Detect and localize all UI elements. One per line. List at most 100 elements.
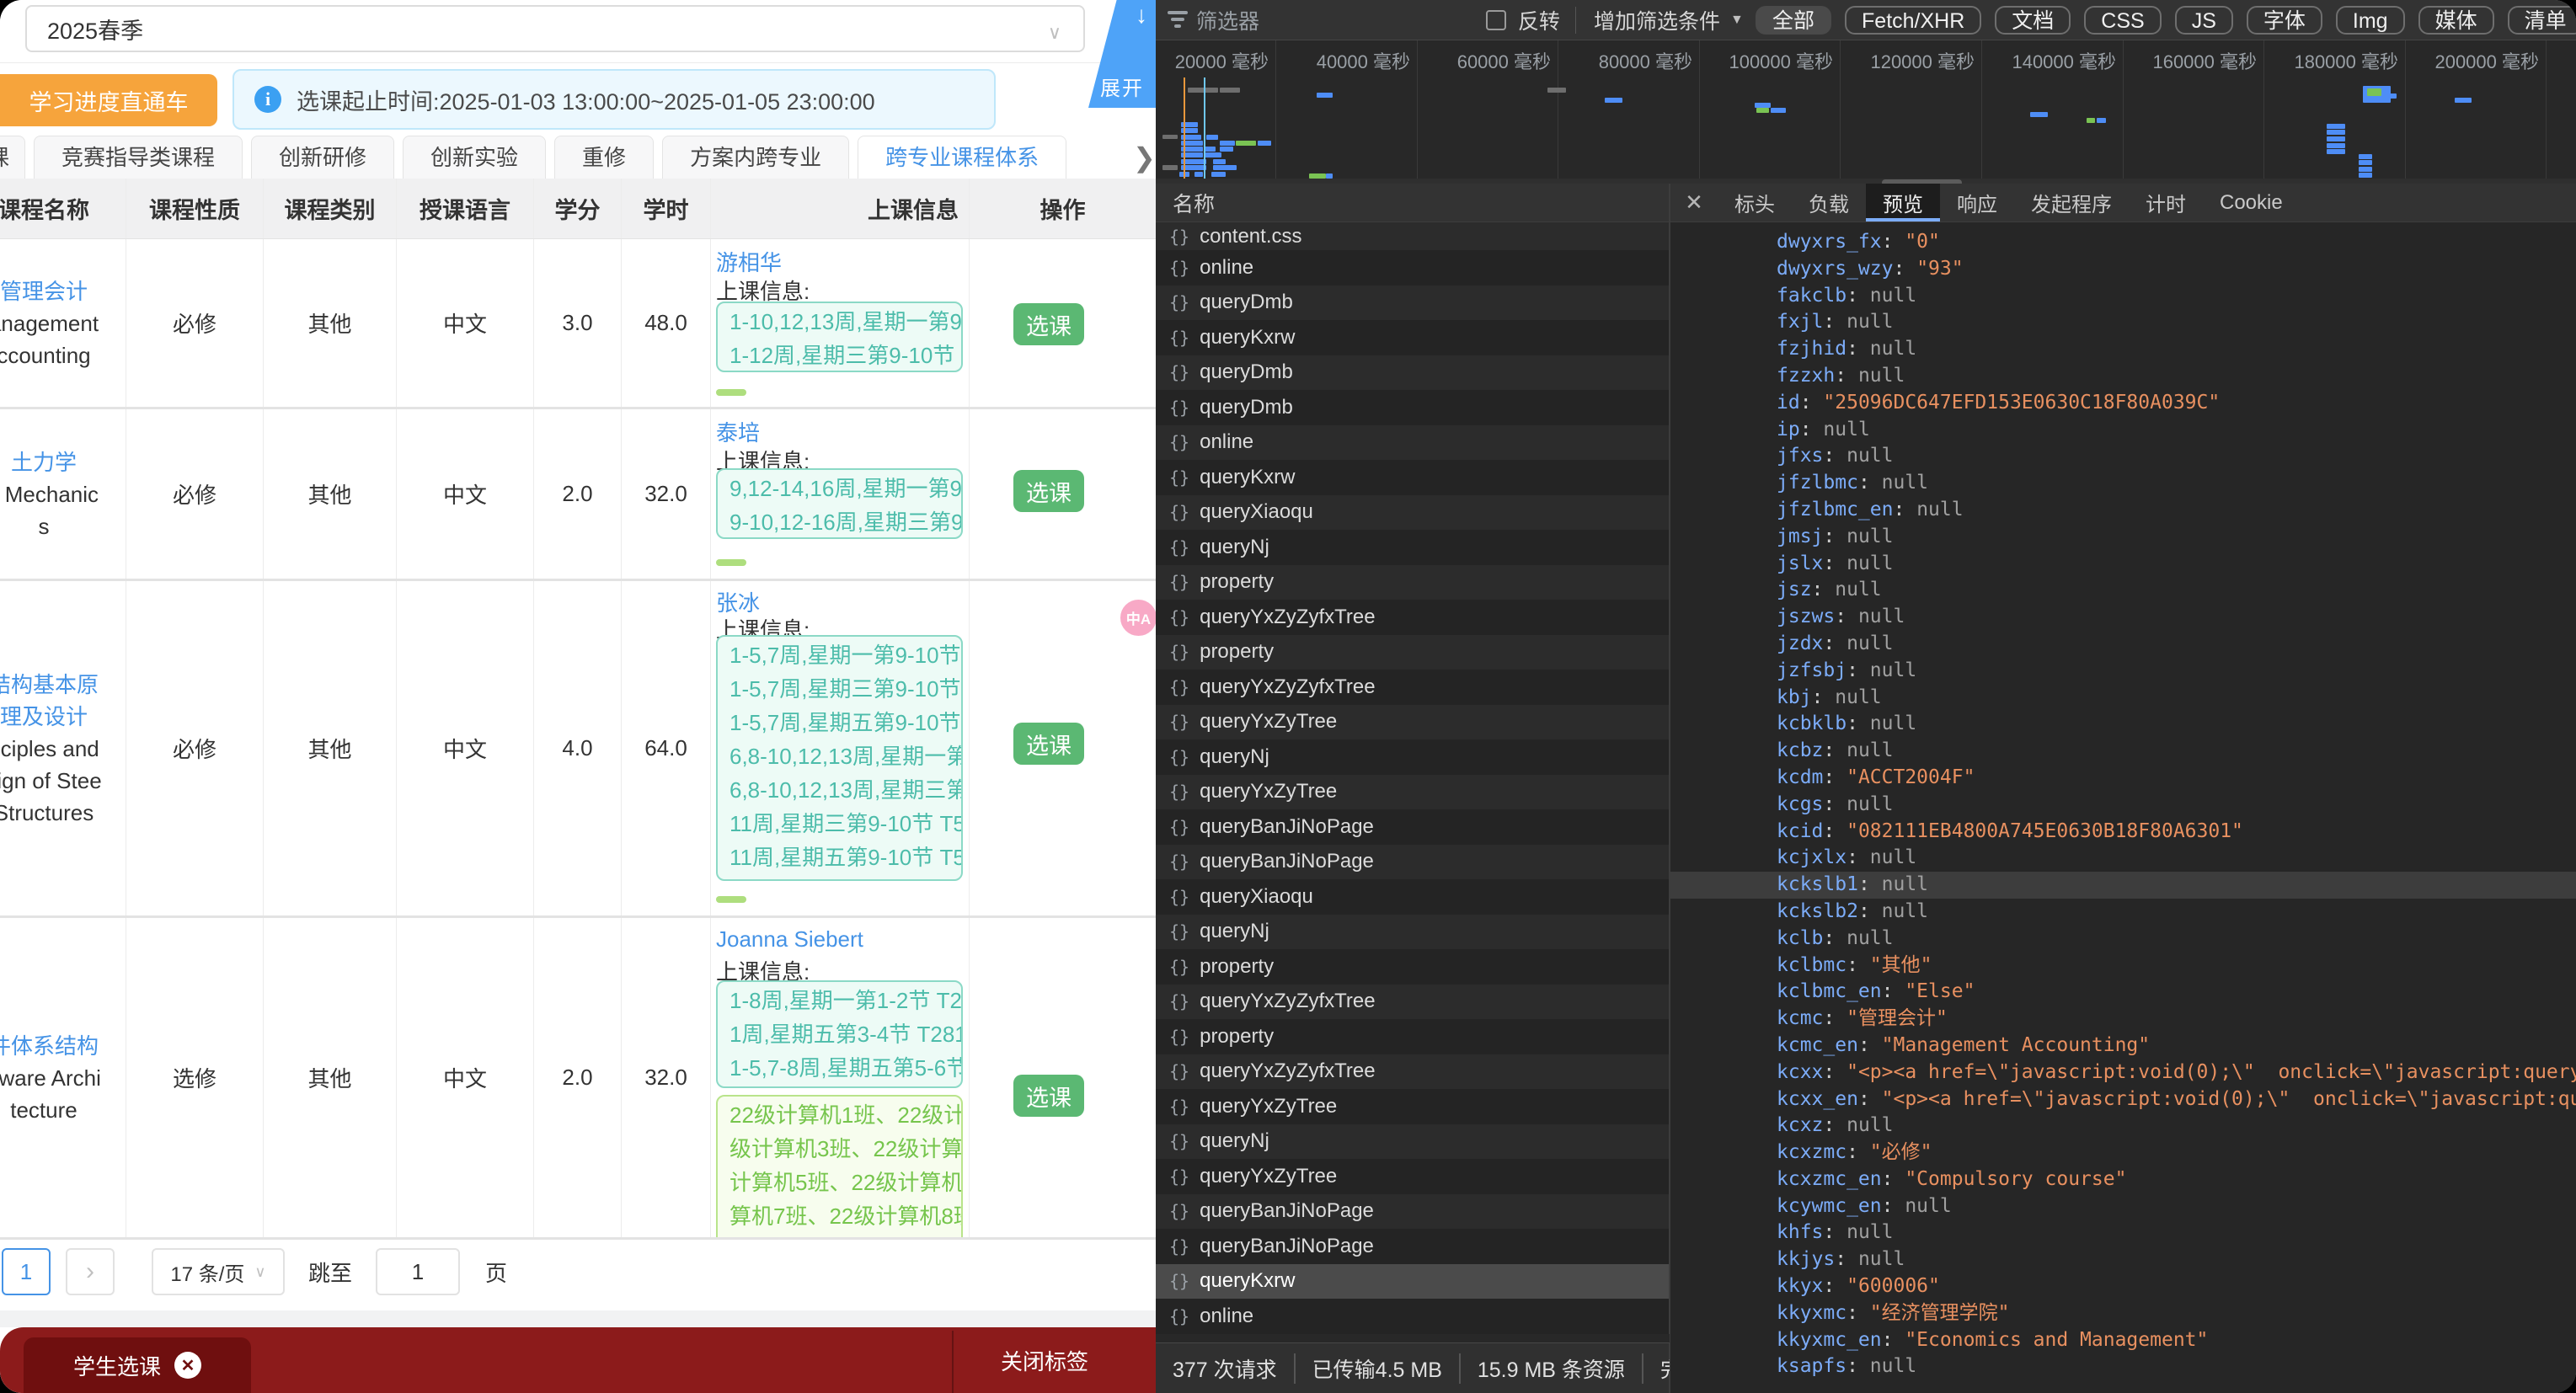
json-property-row[interactable]: kcxzmc: "必修" [1670,1139,2576,1166]
teacher-link[interactable]: 泰培 [716,416,760,447]
json-property-row[interactable]: kcywmc_en: null [1670,1193,2576,1220]
json-property-row[interactable]: kcxz: null [1670,1113,2576,1139]
json-property-row[interactable]: ksapfs: null [1670,1353,2576,1380]
request-row[interactable]: {} queryDmb [1156,355,1670,390]
request-row[interactable]: {} online [1156,424,1670,460]
detail-tab[interactable]: 负载 [1792,184,1866,221]
close-icon[interactable]: ✕ [174,1352,201,1379]
json-property-row[interactable]: kkyxmc: "经济管理学院" [1670,1300,2576,1327]
detail-tab[interactable]: 计时 [2129,184,2203,221]
request-type-filter[interactable]: 媒体 [2418,6,2494,35]
select-course-button[interactable]: 选课 [1013,470,1084,512]
page-button-1[interactable]: 1 [2,1248,51,1295]
request-type-filter[interactable]: Fetch/XHR [1845,6,1982,35]
request-row[interactable]: {} queryXiaoqu [1156,494,1670,530]
invert-checkbox[interactable] [1486,10,1506,30]
expand-ribbon[interactable]: ↓ 展开 [1088,0,1156,108]
request-row[interactable]: {} queryNj [1156,739,1670,775]
json-property-row[interactable]: kckslb1: null [1670,872,2576,899]
course-name-zh[interactable]: 结构基本原 [0,669,99,701]
json-property-row[interactable]: kckslb2: null [1670,899,2576,926]
request-row[interactable]: {} queryBanJiNoPage [1156,1193,1670,1229]
request-row[interactable]: {} content.css [1156,222,1670,250]
page-size-select[interactable]: 17 条/页 ∨ [152,1248,285,1295]
json-property-row[interactable]: kcbklb: null [1670,711,2576,738]
request-row[interactable]: {} queryYxZyTree [1156,774,1670,809]
teacher-link[interactable]: Joanna Siebert [716,926,863,953]
request-row[interactable]: {} queryYxZyZyfxTree [1156,984,1670,1019]
request-row[interactable]: {} queryYxZyTree [1156,1089,1670,1124]
detail-tab[interactable]: 响应 [1940,184,2014,221]
json-property-row[interactable]: jfzlbmc_en: null [1670,497,2576,524]
network-overview-timeline[interactable]: 20000 毫秒 40000 毫秒 60000 毫秒 80000 毫秒 100000 毫… [1156,40,2576,181]
term-select[interactable]: 2025春季 ∨ [25,5,1085,52]
json-property-row[interactable]: dwyxrs_wzy: "93" [1670,256,2576,283]
translate-button[interactable]: 中A [1119,598,1156,638]
json-property-row[interactable]: kclb: null [1670,926,2576,953]
json-property-row[interactable]: kcid: "082111EB4800A745E0630B18F80A6301" [1670,819,2576,846]
request-type-filter[interactable]: JS [2174,6,2233,35]
request-row[interactable]: {} property [1156,634,1670,670]
request-row[interactable]: {} queryKxrw [1156,320,1670,355]
request-row[interactable]: {} queryNj [1156,914,1670,949]
teacher-link[interactable]: 游相华 [716,246,782,277]
json-property-row[interactable]: kcmc_en: "Management Accounting" [1670,1033,2576,1059]
json-property-row[interactable]: kcxx_en: "<p><a href=\"javascript:void(0… [1670,1086,2576,1113]
json-property-row[interactable]: dwyxrs_fx: "0" [1670,229,2576,256]
select-course-button[interactable]: 选课 [1013,1075,1084,1117]
filter-input[interactable]: 筛选器 [1196,0,1259,40]
jump-to-input[interactable]: 1 [376,1248,460,1295]
next-page-button[interactable]: › [66,1248,115,1295]
course-category-tab[interactable]: 跨专业课程体系 [858,136,1067,179]
request-type-filter[interactable]: 清单 [2507,6,2576,35]
json-property-row[interactable]: kkyx: "600006" [1670,1273,2576,1300]
close-detail-icon[interactable]: ✕ [1670,184,1718,221]
request-row[interactable]: {} online [1156,250,1670,286]
json-property-row[interactable]: kclbmc_en: "Else" [1670,979,2576,1006]
json-property-row[interactable]: kcmc: "管理会计" [1670,1006,2576,1033]
request-row[interactable]: {} property [1156,1019,1670,1054]
json-property-row[interactable]: jszws: null [1670,604,2576,631]
json-property-row[interactable]: kkjys: null [1670,1246,2576,1273]
json-property-row[interactable]: jsz: null [1670,577,2576,604]
detail-tab[interactable]: 标头 [1718,184,1792,221]
course-category-tab[interactable]: 课 [0,136,25,179]
select-course-button[interactable]: 选课 [1013,723,1084,765]
request-row[interactable]: {} queryYxZyTree [1156,704,1670,739]
json-property-row[interactable]: jzdx: null [1670,631,2576,658]
request-row[interactable]: {} queryYxZyTree [1156,1159,1670,1194]
course-category-tab[interactable]: 创新研修 [251,136,395,179]
json-property-row[interactable]: id: "25096DC647EFD153E0630C18F80A039C" [1670,390,2576,417]
course-category-tab[interactable]: 方案内跨专业 [662,136,850,179]
json-property-row[interactable]: jslx: null [1670,551,2576,578]
json-property-row[interactable]: kclbmc: "其他" [1670,953,2576,979]
json-property-row[interactable]: jfxs: null [1670,443,2576,470]
request-row[interactable]: {} queryKxrw [1156,1263,1670,1299]
json-property-row[interactable]: kcxzmc_en: "Compulsory course" [1670,1166,2576,1193]
close-tab-button[interactable]: 关闭标签 [969,1327,1120,1393]
request-row[interactable]: {} queryNj [1156,1123,1670,1159]
json-property-row[interactable]: jmsj: null [1670,524,2576,551]
more-filters-dropdown[interactable]: 增加筛选条件 ▼ [1594,0,1744,40]
course-name-zh[interactable]: 管理会计 [0,275,88,307]
select-course-button[interactable]: 选课 [1013,303,1084,345]
request-row[interactable]: {} queryYxZyZyfxTree [1156,670,1670,705]
course-name-zh[interactable]: 理及设计 [0,701,99,733]
request-type-filter[interactable]: CSS [2084,6,2162,35]
json-property-row[interactable]: fzjhid: null [1670,336,2576,363]
request-type-filter[interactable]: 字体 [2246,6,2322,35]
progress-button[interactable]: 学习进度直通车 [0,74,217,126]
request-row[interactable]: {} queryNj [1156,530,1670,565]
request-row[interactable]: {} online [1156,1299,1670,1334]
course-category-tab[interactable]: 重修 [554,136,655,179]
detail-tab[interactable]: Cookie [2203,184,2300,221]
json-property-row[interactable]: ip: null [1670,417,2576,444]
json-property-row[interactable]: jzfsbj: null [1670,658,2576,685]
course-name-zh[interactable]: 件体系结构 [0,1030,99,1062]
json-property-row[interactable]: kbj: null [1670,685,2576,712]
json-property-row[interactable]: kcgs: null [1670,792,2576,819]
course-category-tab[interactable]: 竞赛指导类课程 [34,136,243,179]
course-name-zh[interactable]: 土力学 [11,446,77,478]
course-category-tab[interactable]: 创新实验 [403,136,547,179]
json-property-row[interactable]: kcxx: "<p><a href=\"javascript:void(0);\… [1670,1059,2576,1086]
